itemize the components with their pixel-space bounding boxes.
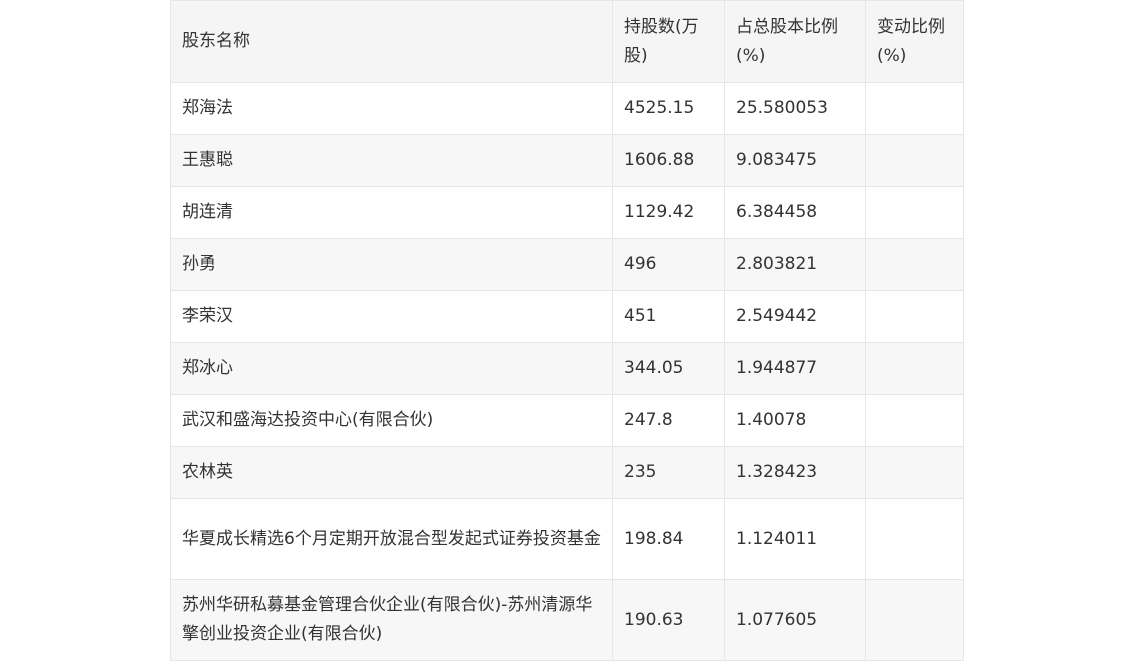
cell-ratio: 2.549442 — [724, 290, 866, 343]
cell-ratio: 1.40078 — [724, 394, 866, 447]
cell-name: 农林英 — [170, 446, 613, 499]
cell-ratio: 1.124011 — [724, 498, 866, 580]
table-row: 农林英 235 1.328423 — [170, 446, 964, 499]
cell-ratio: 9.083475 — [724, 134, 866, 187]
cell-name: 李荣汉 — [170, 290, 613, 343]
table-row: 王惠聪 1606.88 9.083475 — [170, 134, 964, 187]
header-shares-held: 持股数(万股) — [612, 0, 725, 83]
table-row: 孙勇 496 2.803821 — [170, 238, 964, 291]
cell-shares: 198.84 — [612, 498, 725, 580]
cell-change — [865, 394, 964, 447]
cell-name: 郑海法 — [170, 82, 613, 135]
cell-name: 武汉和盛海达投资中心(有限合伙) — [170, 394, 613, 447]
table-row: 郑冰心 344.05 1.944877 — [170, 342, 964, 395]
cell-change — [865, 342, 964, 395]
cell-ratio: 2.803821 — [724, 238, 866, 291]
cell-name: 苏州华研私募基金管理合伙企业(有限合伙)-苏州清源华擎创业投资企业(有限合伙) — [170, 579, 613, 661]
cell-name: 华夏成长精选6个月定期开放混合型发起式证券投资基金 — [170, 498, 613, 580]
header-change-ratio: 变动比例(%) — [865, 0, 964, 83]
header-shareholder-name: 股东名称 — [170, 0, 613, 83]
cell-name: 郑冰心 — [170, 342, 613, 395]
cell-shares: 451 — [612, 290, 725, 343]
cell-shares: 496 — [612, 238, 725, 291]
cell-name: 王惠聪 — [170, 134, 613, 187]
cell-shares: 235 — [612, 446, 725, 499]
cell-change — [865, 134, 964, 187]
table-row: 华夏成长精选6个月定期开放混合型发起式证券投资基金 198.84 1.12401… — [170, 498, 964, 580]
cell-ratio: 25.580053 — [724, 82, 866, 135]
table-row: 武汉和盛海达投资中心(有限合伙) 247.8 1.40078 — [170, 394, 964, 447]
table-row: 郑海法 4525.15 25.580053 — [170, 82, 964, 135]
cell-ratio: 1.944877 — [724, 342, 866, 395]
cell-change — [865, 579, 964, 661]
cell-change — [865, 290, 964, 343]
cell-shares: 1606.88 — [612, 134, 725, 187]
cell-shares: 4525.15 — [612, 82, 725, 135]
cell-shares: 247.8 — [612, 394, 725, 447]
cell-ratio: 1.328423 — [724, 446, 866, 499]
cell-shares: 344.05 — [612, 342, 725, 395]
table-row: 苏州华研私募基金管理合伙企业(有限合伙)-苏州清源华擎创业投资企业(有限合伙) … — [170, 579, 964, 661]
cell-name: 孙勇 — [170, 238, 613, 291]
cell-change — [865, 238, 964, 291]
cell-change — [865, 498, 964, 580]
cell-ratio: 6.384458 — [724, 186, 866, 239]
header-share-ratio: 占总股本比例(%) — [724, 0, 866, 83]
table-row: 胡连清 1129.42 6.384458 — [170, 186, 964, 239]
cell-change — [865, 82, 964, 135]
shareholder-table: 股东名称 持股数(万股) 占总股本比例(%) 变动比例(%) 郑海法 4525.… — [170, 0, 964, 661]
cell-shares: 190.63 — [612, 579, 725, 661]
table-row: 李荣汉 451 2.549442 — [170, 290, 964, 343]
cell-change — [865, 186, 964, 239]
cell-ratio: 1.077605 — [724, 579, 866, 661]
cell-shares: 1129.42 — [612, 186, 725, 239]
table-header-row: 股东名称 持股数(万股) 占总股本比例(%) 变动比例(%) — [170, 0, 964, 83]
cell-name: 胡连清 — [170, 186, 613, 239]
cell-change — [865, 446, 964, 499]
